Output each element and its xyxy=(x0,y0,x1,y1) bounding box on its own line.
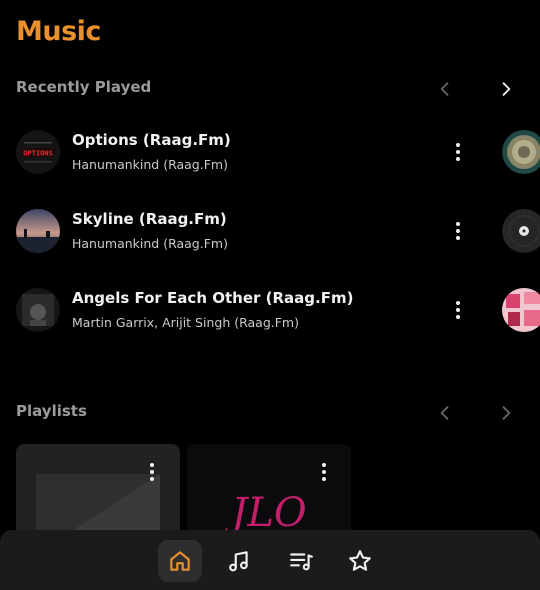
nav-playlists-button[interactable] xyxy=(279,540,323,582)
more-options-button[interactable] xyxy=(446,216,470,246)
nav-home-button[interactable] xyxy=(158,540,202,582)
playlist-icon xyxy=(290,553,313,571)
vinyl-disc-icon xyxy=(502,209,540,253)
album-art xyxy=(16,288,60,332)
album-art xyxy=(16,209,60,253)
nav-songs-button[interactable] xyxy=(217,540,261,582)
track-title: Angels For Each Other (Raag.Fm) xyxy=(72,289,354,307)
track-title: Options (Raag.Fm) xyxy=(72,131,231,149)
music-note-icon xyxy=(229,551,248,572)
more-vertical-icon xyxy=(456,301,460,319)
album-art xyxy=(502,130,540,174)
nav-favorites-button[interactable] xyxy=(338,540,382,582)
chevron-right-icon xyxy=(502,82,511,96)
chevron-right-icon xyxy=(502,406,511,420)
next-page-button[interactable] xyxy=(491,74,521,104)
prev-page-button[interactable] xyxy=(430,74,460,104)
more-vertical-icon xyxy=(456,222,460,240)
prev-page-button[interactable] xyxy=(430,398,460,428)
track-row[interactable]: Angels For Each Other (Raag.Fm) Martin G… xyxy=(16,279,540,339)
more-options-button[interactable] xyxy=(142,458,162,486)
playlists-header: Playlists xyxy=(16,398,540,428)
track-row[interactable]: Skyline (Raag.Fm) Hanumankind (Raag.Fm) xyxy=(16,200,540,260)
home-icon xyxy=(170,551,190,571)
more-vertical-icon xyxy=(456,143,460,161)
track-title: Skyline (Raag.Fm) xyxy=(72,210,227,228)
svg-text:OPTIONS: OPTIONS xyxy=(23,150,53,158)
chevron-left-icon xyxy=(440,82,449,96)
next-page-button[interactable] xyxy=(491,398,521,428)
more-options-button[interactable] xyxy=(446,295,470,325)
chevron-left-icon xyxy=(440,406,449,420)
recently-played-title: Recently Played xyxy=(16,78,152,96)
more-vertical-icon xyxy=(150,463,154,481)
page-title: Music xyxy=(16,16,101,47)
star-icon xyxy=(349,550,371,571)
track-artist: Hanumankind (Raag.Fm) xyxy=(72,157,228,172)
playlists-title: Playlists xyxy=(16,402,87,420)
album-art xyxy=(502,288,540,332)
track-row[interactable]: OPTIONS Options (Raag.Fm) Hanumankind (R… xyxy=(16,121,540,181)
more-vertical-icon xyxy=(322,463,326,481)
recently-played-header: Recently Played xyxy=(16,74,540,104)
album-art: OPTIONS xyxy=(16,130,60,174)
track-artist: Martin Garrix, Arijit Singh (Raag.Fm) xyxy=(72,315,299,330)
bottom-navigation xyxy=(0,530,540,590)
track-artist: Hanumankind (Raag.Fm) xyxy=(72,236,228,251)
more-options-button[interactable] xyxy=(446,137,470,167)
more-options-button[interactable] xyxy=(314,458,334,486)
